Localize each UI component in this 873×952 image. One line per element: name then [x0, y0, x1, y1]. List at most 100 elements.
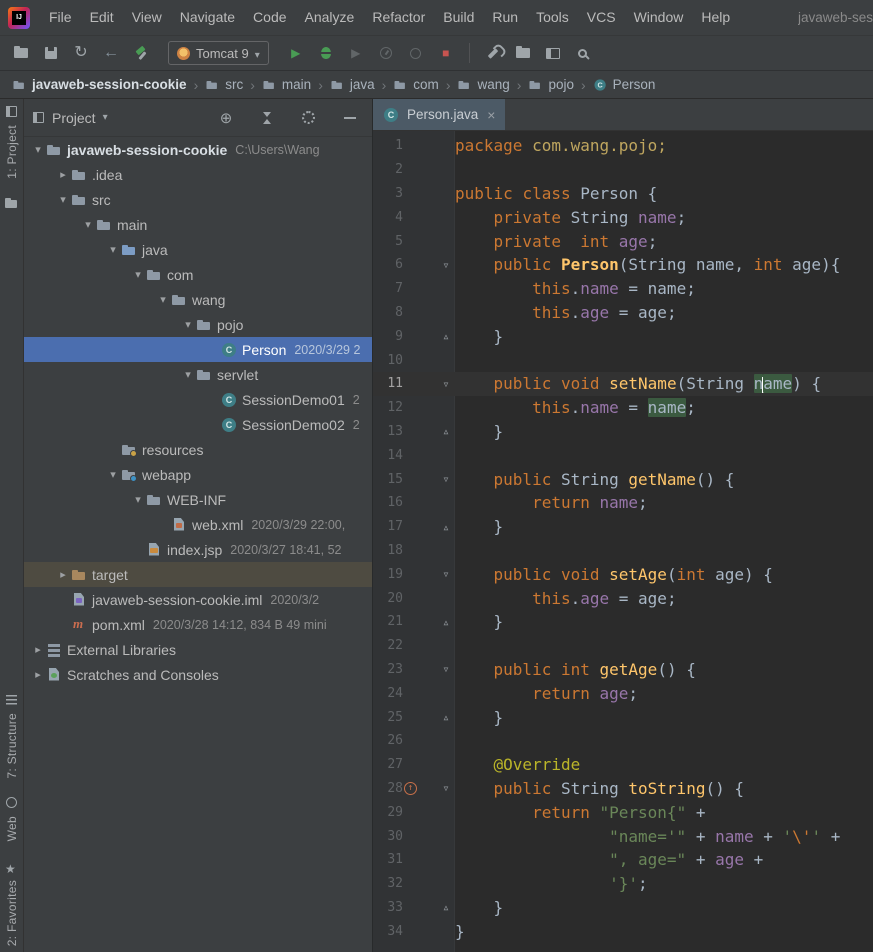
line-number[interactable]: 30: [373, 829, 403, 844]
nav-item-pojo[interactable]: pojo: [526, 77, 576, 92]
line-number[interactable]: 34: [373, 924, 403, 939]
line-number[interactable]: 1: [373, 138, 403, 153]
nav-item-main[interactable]: main: [260, 77, 313, 92]
tree-row-servlet[interactable]: ▾ servlet: [24, 362, 372, 387]
line-number[interactable]: 20: [373, 591, 403, 606]
collapse-all-button[interactable]: [260, 111, 274, 125]
tree-expanded-arrow[interactable]: ▾: [180, 368, 196, 381]
editor-line-26[interactable]: 26: [373, 729, 873, 753]
line-number[interactable]: 3: [373, 186, 403, 201]
menu-analyze[interactable]: Analyze: [296, 9, 364, 25]
run-config-selector[interactable]: Tomcat 9: [168, 41, 269, 65]
nav-item-wang[interactable]: wang: [455, 77, 511, 92]
editor-line-1[interactable]: 1 package com.wang.pojo;: [373, 134, 873, 158]
line-number[interactable]: 17: [373, 519, 403, 534]
tree-row-person[interactable]: Person 2020/3/29 2: [24, 337, 372, 362]
editor-line-29[interactable]: 29 return "Person{" +: [373, 800, 873, 824]
save-all-button[interactable]: [38, 41, 64, 65]
editor-line-25[interactable]: 25 ▵ }: [373, 705, 873, 729]
tree-row-pom-xml[interactable]: pom.xml 2020/3/28 14:12, 834 B 49 mini: [24, 612, 372, 637]
tree-row-web-xml[interactable]: web.xml 2020/3/29 22:00,: [24, 512, 372, 537]
editor-line-33[interactable]: 33 ▵ }: [373, 896, 873, 920]
stop-button[interactable]: ■: [433, 41, 459, 65]
profiler-button[interactable]: [373, 41, 399, 65]
line-number[interactable]: 24: [373, 686, 403, 701]
tool-window-button-2-favorites[interactable]: 2: Favorites: [5, 860, 19, 946]
tree-expanded-arrow[interactable]: ▾: [180, 318, 196, 331]
menu-edit[interactable]: Edit: [81, 9, 123, 25]
run-button[interactable]: ▶: [283, 41, 309, 65]
editor-line-6[interactable]: 6 ▿ public Person(String name, int age){: [373, 253, 873, 277]
fold-up-icon[interactable]: ▵: [437, 615, 455, 629]
locate-button[interactable]: ⊕: [218, 110, 234, 127]
line-number[interactable]: 22: [373, 638, 403, 653]
tree-expanded-arrow[interactable]: ▾: [30, 143, 46, 156]
fold-down-icon[interactable]: ▿: [437, 258, 455, 272]
menu-run[interactable]: Run: [483, 9, 527, 25]
project-structure-button[interactable]: [510, 41, 536, 65]
tree-row-external-libraries[interactable]: ▸ External Libraries: [24, 637, 372, 662]
fold-up-icon[interactable]: ▵: [437, 900, 455, 914]
build-button[interactable]: [128, 41, 154, 65]
nav-item-src[interactable]: src: [203, 77, 245, 92]
line-number[interactable]: 7: [373, 281, 403, 296]
line-number[interactable]: 11: [373, 376, 403, 391]
tree-expanded-arrow[interactable]: ▾: [155, 293, 171, 306]
editor-line-8[interactable]: 8 this.age = age;: [373, 301, 873, 325]
line-number[interactable]: 27: [373, 757, 403, 772]
editor-line-28[interactable]: 28 ↑ ▿ public String toString() {: [373, 777, 873, 801]
menu-tools[interactable]: Tools: [527, 9, 578, 25]
search-everywhere-button[interactable]: [570, 41, 596, 65]
tool-window-button-web[interactable]: Web: [5, 796, 19, 842]
tree-collapsed-arrow[interactable]: ▸: [55, 568, 71, 581]
fold-up-icon[interactable]: ▵: [437, 520, 455, 534]
menu-code[interactable]: Code: [244, 9, 295, 25]
menu-window[interactable]: Window: [625, 9, 693, 25]
tree-row-scratches-and-consoles[interactable]: ▸ Scratches and Consoles: [24, 662, 372, 687]
folder-strip-icon[interactable]: [5, 197, 18, 210]
fold-up-icon[interactable]: ▵: [437, 329, 455, 343]
editor-line-16[interactable]: 16 return name;: [373, 491, 873, 515]
tab-person-java[interactable]: Person.java: [373, 99, 506, 130]
tree-expanded-arrow[interactable]: ▾: [55, 193, 71, 206]
tree-row-java[interactable]: ▾ java: [24, 237, 372, 262]
attach-button[interactable]: [403, 41, 429, 65]
fold-down-icon[interactable]: ▿: [437, 472, 455, 486]
editor-line-11[interactable]: 11 ▿ public void setName(String name) {: [373, 371, 873, 396]
tree-expanded-arrow[interactable]: ▾: [130, 268, 146, 281]
tree-collapsed-arrow[interactable]: ▸: [30, 643, 46, 656]
tree-expanded-arrow[interactable]: ▾: [80, 218, 96, 231]
line-number[interactable]: 33: [373, 900, 403, 915]
tree-row-index-jsp[interactable]: index.jsp 2020/3/27 18:41, 52: [24, 537, 372, 562]
line-number[interactable]: 29: [373, 805, 403, 820]
tool-window-button-1-project[interactable]: 1: Project: [5, 105, 19, 179]
tree-row-webapp[interactable]: ▾ webapp: [24, 462, 372, 487]
editor-line-14[interactable]: 14: [373, 443, 873, 467]
line-number[interactable]: 12: [373, 400, 403, 415]
menu-vcs[interactable]: VCS: [578, 9, 625, 25]
settings-wrench-button[interactable]: [480, 41, 506, 65]
close-tab-icon[interactable]: [487, 107, 495, 123]
line-number[interactable]: 25: [373, 710, 403, 725]
tree-row-target[interactable]: ▸ target: [24, 562, 372, 587]
tree-collapsed-arrow[interactable]: ▸: [55, 168, 71, 181]
editor-line-34[interactable]: 34}: [373, 919, 873, 943]
menu-build[interactable]: Build: [434, 9, 483, 25]
project-view-dropdown[interactable]: Project ▾: [32, 110, 108, 126]
line-number[interactable]: 16: [373, 495, 403, 510]
editor-line-18[interactable]: 18: [373, 539, 873, 563]
editor-line-12[interactable]: 12 this.name = name;: [373, 396, 873, 420]
line-number[interactable]: 19: [373, 567, 403, 582]
tree-row-main[interactable]: ▾ main: [24, 212, 372, 237]
tool-window-button-7-structure[interactable]: 7: Structure: [5, 693, 19, 778]
tree-row-com[interactable]: ▾ com: [24, 262, 372, 287]
editor-line-21[interactable]: 21 ▵ }: [373, 610, 873, 634]
editor-line-19[interactable]: 19 ▿ public void setAge(int age) {: [373, 562, 873, 586]
line-number[interactable]: 13: [373, 424, 403, 439]
run-with-coverage-button[interactable]: ▶: [343, 41, 369, 65]
line-number[interactable]: 18: [373, 543, 403, 558]
editor-line-4[interactable]: 4 private String name;: [373, 205, 873, 229]
line-number[interactable]: 4: [373, 210, 403, 225]
line-number[interactable]: 31: [373, 852, 403, 867]
editor-line-5[interactable]: 5 private int age;: [373, 229, 873, 253]
